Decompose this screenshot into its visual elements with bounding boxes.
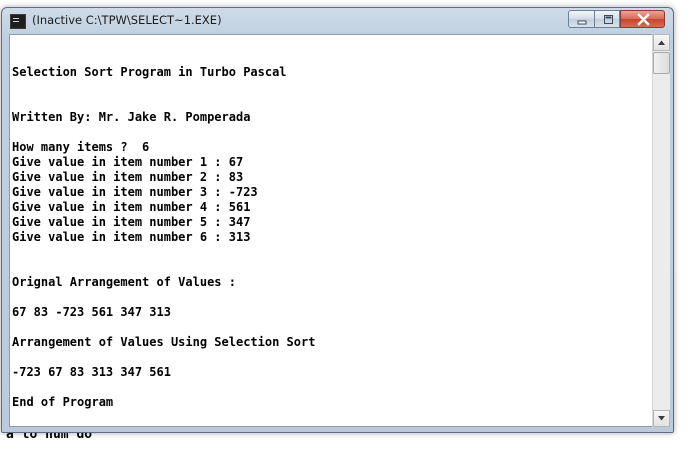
scroll-up-arrow-icon <box>658 40 665 45</box>
minimize-icon <box>577 20 587 25</box>
minimize-button[interactable] <box>568 10 595 28</box>
console-window[interactable]: (Inactive C:\TPW\SELECT~1.EXE) Selection… <box>1 7 674 433</box>
scroll-up-button[interactable] <box>653 34 670 51</box>
console-app-icon[interactable] <box>10 14 26 29</box>
console-line: Give value in item number 2 : 83 <box>12 170 244 184</box>
console-line: 67 83 -723 561 347 313 <box>12 305 171 319</box>
console-line: Give value in item number 6 : 313 <box>12 230 251 244</box>
window-title: (Inactive C:\TPW\SELECT~1.EXE) <box>32 13 222 27</box>
close-icon <box>637 13 650 26</box>
console-line: Give value in item number 4 : 561 <box>12 200 251 214</box>
console-lines: Selection Sort Program in Turbo Pascal Wr… <box>12 50 315 410</box>
console-line: Give value in item number 3 : -723 <box>12 185 258 199</box>
console-line: Give value in item number 5 : 347 <box>12 215 251 229</box>
console-line: How many items ? 6 <box>12 140 150 154</box>
console-line: Arrangement of Values Using Selection So… <box>12 335 316 349</box>
console-line: Selection Sort Program in Turbo Pascal <box>12 65 287 79</box>
scroll-down-button[interactable] <box>653 410 670 427</box>
scroll-down-arrow-icon <box>658 416 665 421</box>
console-line: Give value in item number 1 : 67 <box>12 155 244 169</box>
vertical-scrollbar[interactable] <box>652 34 670 427</box>
console-line: End of Program <box>12 395 114 409</box>
title-bar[interactable]: (Inactive C:\TPW\SELECT~1.EXE) <box>2 8 673 34</box>
scroll-thumb[interactable] <box>653 52 670 74</box>
console-line: -723 67 83 313 347 561 <box>12 365 171 379</box>
console-output[interactable]: Selection Sort Program in Turbo Pascal Wr… <box>9 34 653 427</box>
console-line: Orignal Arrangement of Values : <box>12 275 236 289</box>
maximize-icon <box>604 15 613 24</box>
close-button[interactable] <box>620 10 665 28</box>
maximize-button[interactable] <box>594 10 620 28</box>
console-line: Written By: Mr. Jake R. Pomperada <box>12 110 251 124</box>
